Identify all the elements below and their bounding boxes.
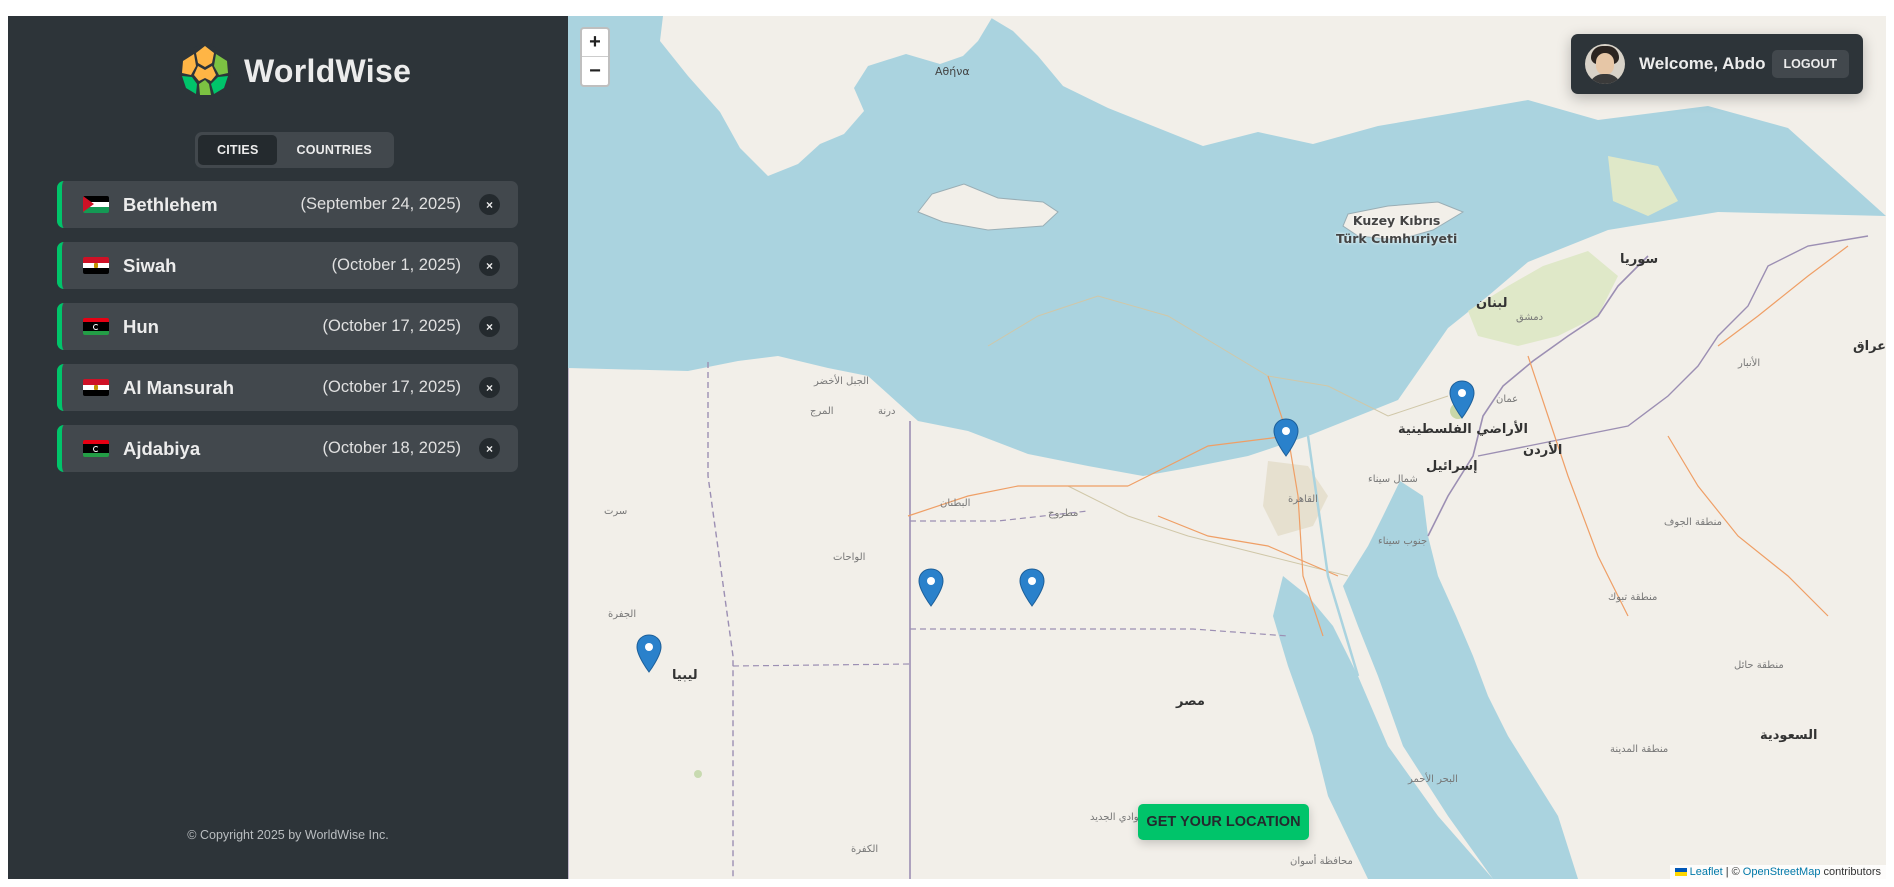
avatar bbox=[1585, 44, 1625, 84]
marker-hun[interactable] bbox=[636, 634, 662, 674]
map-label-wahat: الواحات bbox=[833, 552, 866, 563]
map-label-athens: Αθήνα bbox=[935, 65, 970, 78]
map-label-jabal-akhdar: الجبل الأخضر bbox=[814, 376, 869, 387]
app-container: WorldWise Cities Countries Bethlehem (Se… bbox=[8, 16, 1886, 879]
city-date: (October 17, 2025) bbox=[322, 378, 462, 396]
globe-logo-icon bbox=[179, 45, 231, 97]
city-list: Bethlehem (September 24, 2025) × Siwah (… bbox=[57, 181, 518, 486]
city-date: (October 18, 2025) bbox=[322, 439, 462, 457]
marker-al-mansurah[interactable] bbox=[1273, 418, 1299, 458]
map-label-jordan: الأردن bbox=[1523, 443, 1563, 458]
map-label-marj: المرج bbox=[810, 406, 834, 417]
tab-cities[interactable]: Cities bbox=[198, 135, 278, 165]
copyright: © Copyright 2025 by WorldWise Inc. bbox=[187, 828, 389, 842]
libya-flag-icon bbox=[83, 440, 109, 457]
city-item-al-mansurah[interactable]: Al Mansurah (October 17, 2025) × bbox=[57, 364, 518, 411]
map-tiles bbox=[568, 16, 1886, 879]
map-label-saudi-arabia: السعودية bbox=[1760, 728, 1818, 743]
delete-city-button[interactable]: × bbox=[479, 316, 500, 337]
map-label-lebanon: لبنان bbox=[1476, 296, 1508, 311]
delete-city-button[interactable]: × bbox=[479, 255, 500, 276]
nav-tabs: Cities Countries bbox=[195, 132, 394, 168]
city-date: (October 17, 2025) bbox=[322, 317, 462, 335]
map-label-cyprus-line2: Türk Cumhuriyeti bbox=[1336, 231, 1458, 246]
sidebar: WorldWise Cities Countries Bethlehem (Se… bbox=[8, 16, 568, 879]
attribution-separator: | © bbox=[1725, 866, 1740, 878]
marker-siwah[interactable] bbox=[1019, 568, 1045, 608]
osm-link[interactable]: OpenStreetMap bbox=[1743, 866, 1821, 878]
city-name: Bethlehem bbox=[123, 193, 218, 215]
user-panel: Welcome, Abdo Logout bbox=[1571, 34, 1863, 94]
app-name: WorldWise bbox=[244, 52, 412, 89]
map-label-north-cyprus: Kuzey Kıbrıs Türk Cumhuriyeti bbox=[1336, 212, 1457, 248]
map-label-iraq: عراق bbox=[1853, 339, 1886, 354]
city-item-ajdabiya[interactable]: Ajdabiya (October 18, 2025) × bbox=[57, 425, 518, 472]
map-label-red-sea: البحر الأحمر bbox=[1408, 774, 1458, 785]
delete-city-button[interactable]: × bbox=[479, 377, 500, 398]
welcome-text: Welcome, Abdo bbox=[1639, 54, 1766, 73]
city-name: Hun bbox=[123, 315, 159, 337]
marker-bethlehem[interactable] bbox=[1449, 380, 1475, 420]
map-label-jufra: الجفرة bbox=[608, 609, 637, 620]
city-name: Ajdabiya bbox=[123, 437, 201, 459]
map-label-south-sinai: جنوب سيناء bbox=[1378, 536, 1428, 547]
ukraine-flag-icon bbox=[1674, 868, 1687, 877]
leaflet-link[interactable]: Leaflet bbox=[1690, 866, 1723, 878]
city-item-hun[interactable]: Hun (October 17, 2025) × bbox=[57, 303, 518, 350]
egypt-flag-icon bbox=[83, 257, 109, 274]
map-label-amman: عمان bbox=[1496, 394, 1519, 405]
map-label-damascus: دمشق bbox=[1516, 312, 1544, 323]
map-label-new-valley: الوادي الجديد bbox=[1090, 812, 1145, 823]
map-label-sirte: سرت bbox=[604, 506, 628, 517]
zoom-out-button[interactable]: − bbox=[582, 57, 608, 85]
map[interactable]: + − Αθήνα Kuzey Kıbrıs Türk Cumhuriyeti … bbox=[568, 16, 1886, 879]
delete-city-button[interactable]: × bbox=[479, 438, 500, 459]
city-date: (October 1, 2025) bbox=[331, 256, 461, 274]
map-label-libya: ليبيا bbox=[672, 668, 698, 683]
palestine-flag-icon bbox=[83, 196, 109, 213]
map-label-anbar: الأنبار bbox=[1738, 358, 1761, 369]
map-label-tabuk: منطقة تبوك bbox=[1608, 592, 1658, 603]
egypt-flag-icon bbox=[83, 379, 109, 396]
city-date: (September 24, 2025) bbox=[300, 195, 461, 213]
city-name: Siwah bbox=[123, 254, 177, 276]
zoom-control: + − bbox=[580, 27, 610, 87]
map-label-butnan: البطنان bbox=[940, 498, 971, 509]
map-label-derna: درنة bbox=[878, 406, 896, 417]
map-label-north-sinai: شمال سيناء bbox=[1368, 474, 1418, 485]
map-label-kufra: الكفرة bbox=[851, 844, 879, 855]
map-label-egypt: مصر bbox=[1176, 694, 1205, 709]
map-label-syria: سوريا bbox=[1620, 252, 1659, 267]
map-attribution: Leaflet | © OpenStreetMap contributors bbox=[1669, 865, 1886, 879]
map-label-matrouh: مطروح bbox=[1048, 508, 1079, 519]
libya-flag-icon bbox=[83, 318, 109, 335]
map-label-hail: منطقة حائل bbox=[1734, 660, 1784, 671]
logout-button[interactable]: Logout bbox=[1771, 50, 1849, 78]
city-item-bethlehem[interactable]: Bethlehem (September 24, 2025) × bbox=[57, 181, 518, 228]
map-label-cyprus-line1: Kuzey Kıbrıs bbox=[1352, 213, 1441, 228]
attribution-suffix: contributors bbox=[1823, 866, 1881, 878]
zoom-in-button[interactable]: + bbox=[582, 29, 608, 57]
get-location-button[interactable]: Get your location bbox=[1138, 804, 1309, 840]
logo[interactable]: WorldWise bbox=[178, 44, 411, 98]
tab-countries[interactable]: Countries bbox=[277, 135, 390, 165]
map-label-cairo: القاهرة bbox=[1288, 494, 1318, 505]
map-label-aswan: محافظة أسوان bbox=[1290, 856, 1353, 867]
marker-ajdabiya[interactable] bbox=[918, 568, 944, 608]
map-label-palestine: الأراضي الفلسطينية bbox=[1398, 422, 1529, 437]
city-name: Al Mansurah bbox=[123, 376, 235, 398]
map-label-madinah: منطقة المدينة bbox=[1610, 744, 1669, 755]
city-item-siwah[interactable]: Siwah (October 1, 2025) × bbox=[57, 242, 518, 289]
map-label-israel: إسرائيل bbox=[1426, 459, 1478, 474]
delete-city-button[interactable]: × bbox=[479, 194, 500, 215]
map-label-jawf: منطقة الجوف bbox=[1664, 517, 1722, 528]
